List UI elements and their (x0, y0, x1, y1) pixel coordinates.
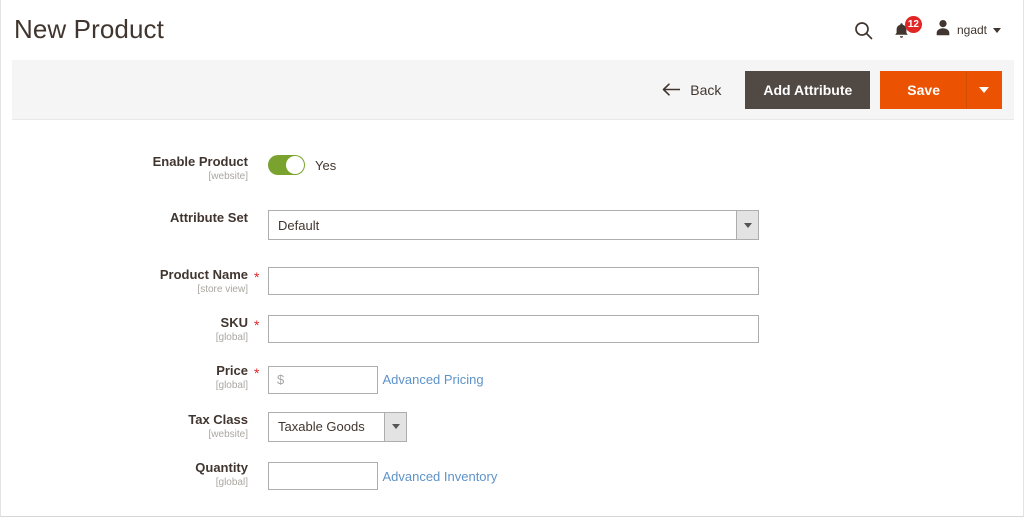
required-asterisk: * (254, 317, 260, 333)
field-attribute-set: Attribute Set Default (1, 210, 1023, 240)
field-label-col: Price [global] (1, 363, 248, 392)
notification-count-badge: 12 (904, 16, 922, 33)
field-control: Taxable Goods (268, 411, 1023, 442)
field-label: Price (216, 363, 248, 378)
field-scope: [website] (208, 428, 248, 440)
required-asterisk: * (254, 365, 260, 381)
user-name: ngadt (956, 23, 987, 37)
field-label: Tax Class (188, 411, 248, 427)
chevron-down-icon[interactable] (384, 412, 406, 441)
enable-product-toggle-label: Yes (315, 157, 337, 173)
field-label-col: SKU [global] (1, 315, 248, 344)
page-title: New Product (14, 14, 164, 44)
page-header: New Product 12 ngadt (1, 0, 1023, 60)
field-control: Yes (268, 154, 1023, 175)
field-scope: [website] (208, 171, 248, 182)
add-attribute-button[interactable]: Add Attribute (745, 70, 871, 109)
field-label: Enable Product (152, 154, 248, 169)
quantity-input[interactable] (268, 462, 378, 490)
advanced-pricing-link[interactable]: Advanced Pricing (382, 372, 483, 387)
save-button-group: Save (880, 70, 1002, 109)
field-control (268, 315, 1023, 343)
field-price: Price [global] * Advanced Pricing (1, 363, 1023, 394)
price-input[interactable] (268, 365, 378, 394)
field-label: Quantity (195, 459, 248, 475)
field-quantity: Quantity [global] Advanced Inventory (1, 460, 1023, 490)
attribute-set-value: Default (278, 217, 320, 233)
chevron-down-icon (979, 86, 989, 93)
field-enable-product: Enable Product [website] Yes (1, 154, 1023, 183)
admin-page: New Product 12 ngadt Back Add Attribute … (0, 0, 1024, 517)
product-name-input[interactable] (268, 267, 759, 295)
arrow-left-icon (662, 83, 681, 96)
field-label-col: Attribute Set (1, 210, 248, 225)
field-control: Advanced Inventory (268, 460, 1023, 490)
field-sku: SKU [global] * (1, 315, 1023, 344)
field-label-col: Enable Product [website] (1, 154, 248, 183)
save-button[interactable]: Save (880, 70, 966, 109)
notifications-button[interactable]: 12 (893, 16, 922, 41)
advanced-inventory-link[interactable]: Advanced Inventory (382, 469, 497, 484)
search-icon[interactable] (854, 21, 873, 40)
chevron-down-icon (993, 27, 1001, 33)
field-label-col: Tax Class [website] (1, 412, 248, 441)
field-tax-class: Tax Class [website] Taxable Goods (1, 411, 1023, 442)
field-control: Default (268, 210, 1023, 240)
field-scope: [global] (215, 380, 248, 391)
required-asterisk: * (254, 269, 260, 285)
save-dropdown-toggle[interactable] (966, 70, 1002, 109)
field-scope: [global] (215, 332, 248, 343)
product-form: Enable Product [website] Yes Attribute S… (1, 121, 1023, 490)
user-menu[interactable]: ngadt (935, 19, 1001, 41)
field-label-col: Product Name [store view] (1, 267, 248, 296)
field-control: Advanced Pricing (268, 363, 1023, 394)
field-scope: [store view] (197, 284, 248, 295)
chevron-down-icon[interactable] (736, 211, 758, 239)
page-actions-toolbar: Back Add Attribute Save (12, 60, 1014, 120)
field-scope: [global] (215, 476, 248, 488)
field-label: Product Name (159, 267, 248, 282)
sku-input[interactable] (268, 315, 759, 343)
field-product-name: Product Name [store view] * (1, 267, 1023, 296)
tax-class-select[interactable]: Taxable Goods (268, 411, 407, 442)
field-label: SKU (220, 315, 248, 330)
header-actions: 12 ngadt (854, 16, 1011, 41)
back-button[interactable]: Back (662, 82, 721, 98)
user-avatar-icon (935, 19, 951, 41)
attribute-set-select[interactable]: Default (268, 210, 759, 240)
tax-class-value: Taxable Goods (278, 419, 365, 434)
field-control (268, 267, 1023, 295)
toggle-knob (286, 156, 304, 174)
field-label: Attribute Set (170, 210, 248, 225)
back-button-label: Back (690, 81, 722, 98)
enable-product-toggle[interactable] (268, 155, 305, 175)
field-label-col: Quantity [global] (1, 460, 248, 489)
enable-product-toggle-row: Yes (268, 154, 1023, 175)
